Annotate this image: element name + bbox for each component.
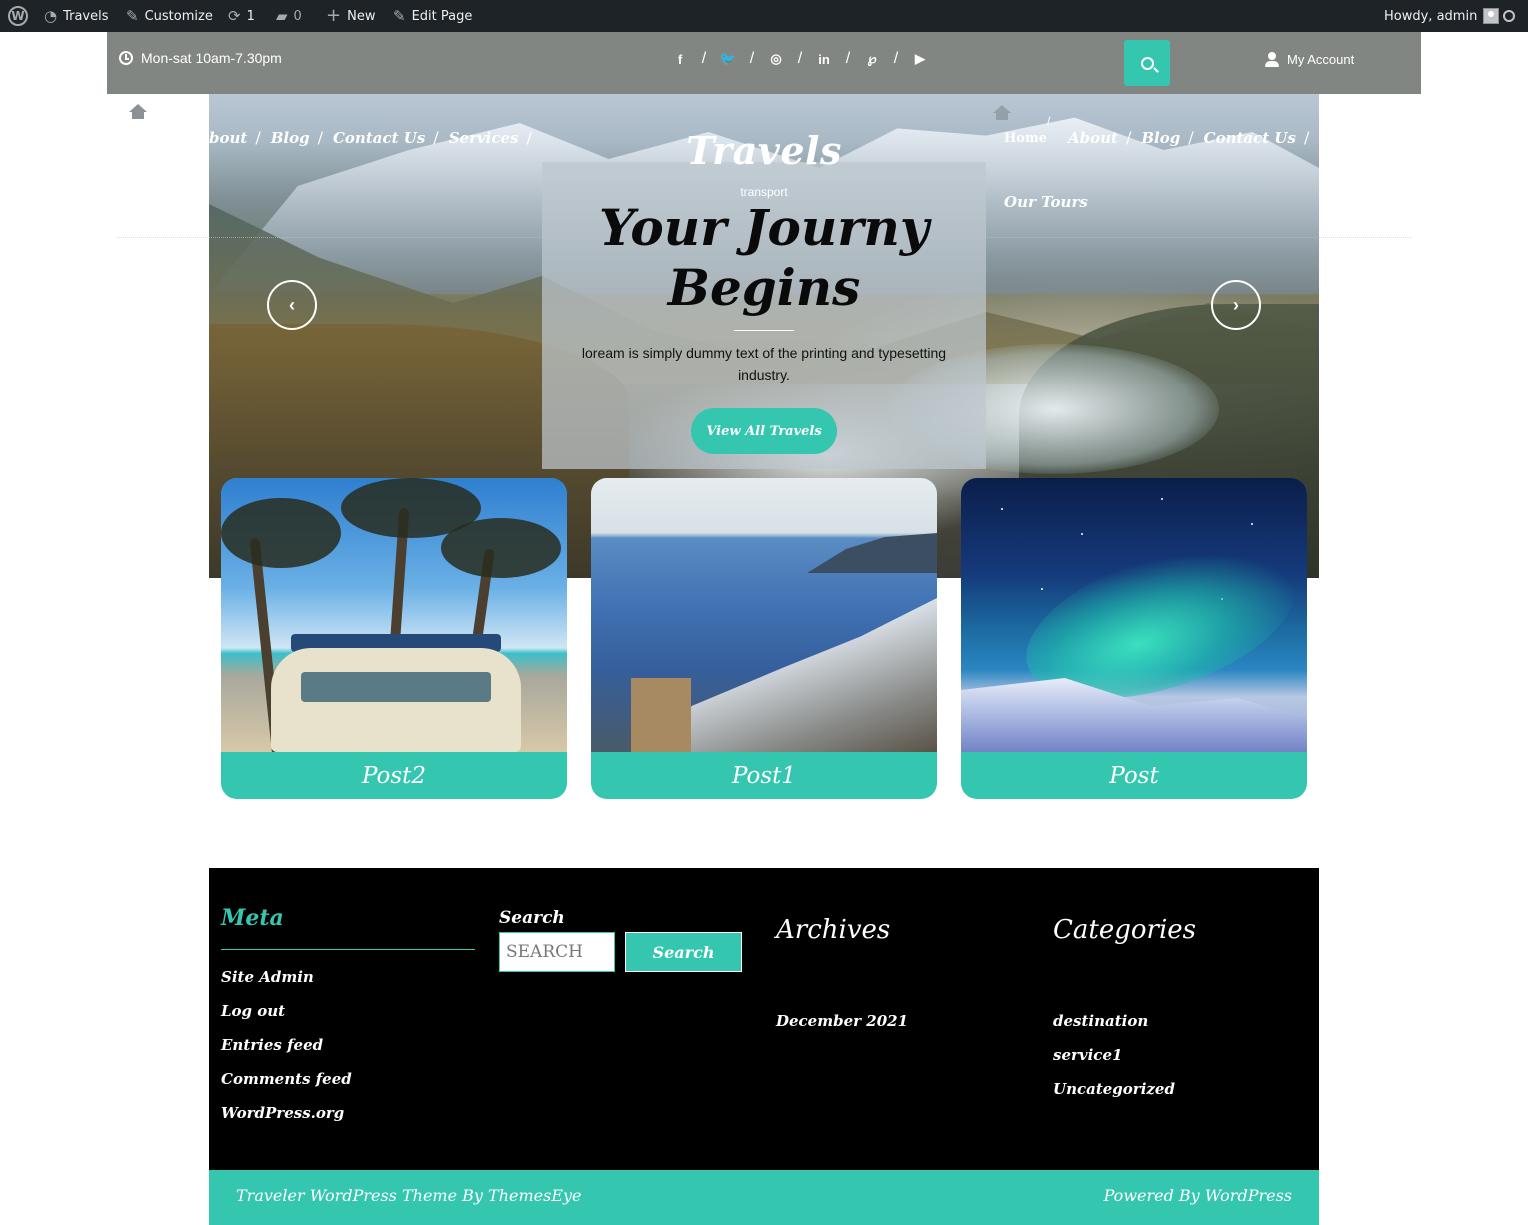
facebook-icon[interactable]: f — [669, 52, 691, 67]
category-link-uncategorized[interactable]: Uncategorized — [1053, 1080, 1175, 1098]
meta-link-entries-feed[interactable]: Entries feed — [221, 1036, 323, 1054]
slider-prev-button[interactable]: ‹ — [267, 280, 317, 330]
howdy-label: Howdy, admin — [1384, 8, 1478, 24]
wordpress-logo-icon[interactable]: W — [8, 0, 28, 32]
category-link-service1[interactable]: service1 — [1053, 1046, 1122, 1064]
post-thumbnail[interactable] — [591, 478, 937, 752]
nav-blog-right[interactable]: Blog — [1137, 129, 1184, 147]
updates-icon: ⟳ — [228, 6, 241, 25]
meta-widget-title: Meta — [221, 905, 284, 931]
view-all-travels-button[interactable]: View All Travels — [691, 408, 837, 454]
social-links: f / 🐦 / ◎ / in / ℘ / ▶ — [669, 48, 931, 70]
home-icon-right[interactable] — [993, 105, 1011, 121]
search-icon — [1140, 56, 1154, 70]
powered-by-link[interactable]: Powered By WordPress — [1104, 1186, 1292, 1205]
post-title[interactable]: Post1 — [591, 752, 937, 799]
slide-caption: transport Your Journy Begins loream is s… — [542, 162, 986, 469]
nav-contact-us-right[interactable]: Contact Us — [1200, 129, 1300, 147]
home-icon[interactable] — [129, 104, 147, 120]
updates-link[interactable]: ⟳ 1 — [228, 0, 255, 32]
slide-title-line1: Your Journy — [599, 198, 929, 257]
edit-page-link[interactable]: ✎ Edit Page — [393, 0, 472, 32]
slide-title-line2: Begins — [667, 258, 861, 317]
customize-link[interactable]: ✎ Customize — [126, 0, 213, 32]
archive-link[interactable]: December 2021 — [776, 1012, 908, 1030]
slider-next-button[interactable]: › — [1211, 280, 1261, 330]
meta-link-comments-feed[interactable]: Comments feed — [221, 1070, 352, 1088]
nav-about-right[interactable]: About — [1064, 129, 1122, 147]
nav-our-tours-row: Our Tours — [1000, 193, 1092, 211]
site-name-menu[interactable]: ◔ Travels — [44, 0, 109, 32]
post-card[interactable]: Post — [961, 478, 1307, 799]
footer-search-button[interactable]: Search — [625, 932, 742, 972]
brush-icon: ✎ — [126, 6, 139, 25]
slide-title: Your Journy Begins — [542, 198, 986, 318]
categories-widget-title: Categories — [1053, 915, 1196, 945]
slide-category: transport — [740, 185, 788, 199]
customize-label: Customize — [144, 8, 213, 24]
pencil-icon: ✎ — [393, 6, 406, 25]
post-card[interactable]: Post2 — [221, 478, 567, 799]
user-icon — [1265, 52, 1279, 67]
footer-search-input[interactable]: SEARCH — [499, 932, 615, 972]
comments-count: 0 — [293, 8, 302, 24]
nav-about[interactable]: bout — [205, 129, 251, 147]
header-topbar: Mon-sat 10am-7.30pm f / 🐦 / ◎ / in / ℘ /… — [107, 32, 1421, 94]
site-name-label: Travels — [63, 8, 109, 24]
primary-menu-right: About / Blog / Contact Us / Se — [1064, 128, 1344, 147]
updates-count: 1 — [246, 8, 255, 24]
plus-icon: + — [326, 5, 342, 26]
edit-page-label: Edit Page — [411, 8, 473, 24]
new-content-menu[interactable]: + New — [326, 0, 375, 32]
clock-icon — [119, 51, 133, 65]
search-widget-title: Search — [499, 908, 565, 928]
footer-copyright-bar: Traveler WordPress Theme By ThemesEye Po… — [209, 1170, 1319, 1225]
dashboard-icon: ◔ — [44, 6, 58, 25]
nav-our-tours[interactable]: Our Tours — [1000, 193, 1092, 211]
primary-menu-left: bout / Blog / Contact Us / Services / — [205, 128, 538, 147]
post-thumbnail[interactable] — [961, 478, 1307, 752]
my-account-label: My Account — [1287, 52, 1355, 67]
linkedin-icon[interactable]: in — [813, 52, 835, 67]
twitter-icon[interactable]: 🐦 — [717, 51, 739, 67]
category-link-destination[interactable]: destination — [1053, 1012, 1148, 1030]
nav-separator: / — [1047, 114, 1051, 128]
comment-icon: ▰ — [276, 6, 288, 25]
youtube-icon[interactable]: ▶ — [909, 51, 931, 67]
slide-rule — [734, 330, 794, 331]
nav-services[interactable]: Services — [445, 129, 523, 147]
new-label: New — [347, 8, 376, 24]
comments-link[interactable]: ▰ 0 — [276, 0, 302, 32]
wp-admin-bar: W ◔ Travels ✎ Customize ⟳ 1 ▰ 0 + New ✎ … — [0, 0, 1528, 32]
instagram-icon[interactable]: ◎ — [765, 51, 787, 67]
my-account-link[interactable]: My Account — [1265, 52, 1354, 67]
nav-blog[interactable]: Blog — [267, 129, 314, 147]
meta-divider — [221, 949, 475, 950]
meta-link-wordpress-org[interactable]: WordPress.org — [221, 1104, 344, 1122]
nav-home[interactable]: Home — [1004, 131, 1047, 146]
theme-credit-link[interactable]: Traveler WordPress Theme By ThemesEye — [236, 1186, 582, 1205]
avatar — [1483, 8, 1500, 24]
archives-widget-title: Archives — [776, 915, 891, 945]
site-title[interactable]: Travels — [642, 128, 886, 173]
admin-search-icon[interactable] — [1503, 0, 1515, 32]
my-account-menu[interactable]: Howdy, admin — [1384, 0, 1500, 32]
pinterest-icon[interactable]: ℘ — [861, 51, 883, 67]
nav-services-right[interactable]: Se — [1315, 129, 1343, 147]
post-title[interactable]: Post — [961, 752, 1307, 799]
nav-contact-us[interactable]: Contact Us — [329, 129, 429, 147]
footer-widgets: Meta Site Admin Log out Entries feed Com… — [209, 868, 1319, 1170]
header-search-button[interactable] — [1124, 40, 1170, 86]
post-thumbnail[interactable] — [221, 478, 567, 752]
chevron-left-icon: ‹ — [289, 294, 295, 315]
chevron-right-icon: › — [1233, 294, 1239, 315]
post-card[interactable]: Post1 — [591, 478, 937, 799]
opening-hours-text: Mon-sat 10am-7.30pm — [141, 50, 282, 66]
meta-link-site-admin[interactable]: Site Admin — [221, 968, 314, 986]
slide-text: loream is simply dummy text of the print… — [581, 345, 947, 383]
opening-hours: Mon-sat 10am-7.30pm — [119, 32, 282, 84]
meta-link-log-out[interactable]: Log out — [221, 1002, 285, 1020]
post-title[interactable]: Post2 — [221, 752, 567, 799]
